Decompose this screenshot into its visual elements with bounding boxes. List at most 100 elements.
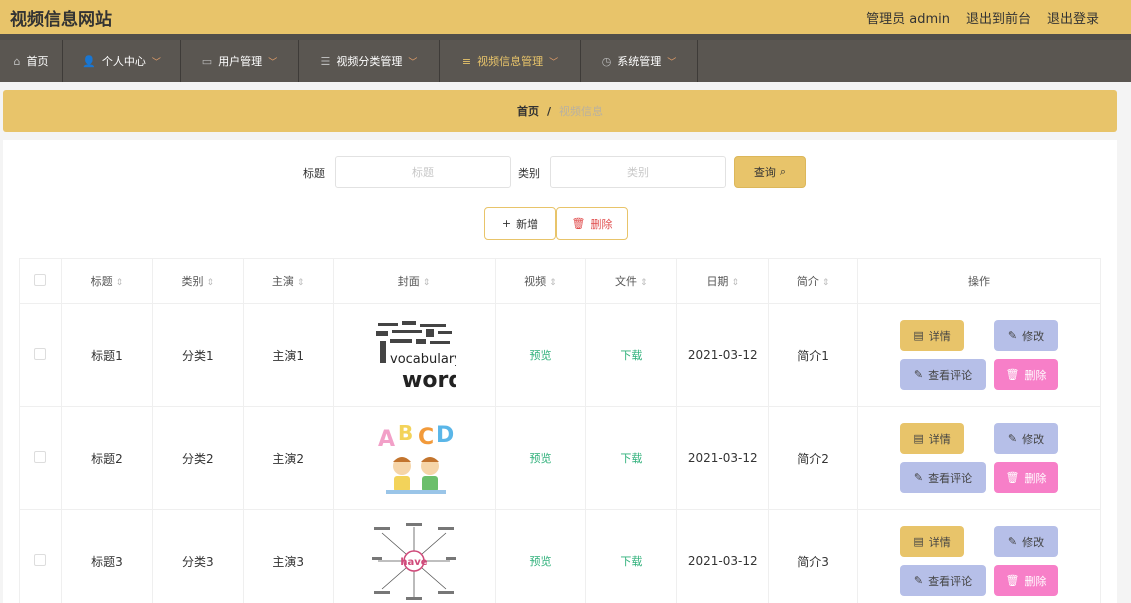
col-header-actor[interactable]: 主演 ⇕ bbox=[242, 258, 334, 304]
cell-category: 分类1 bbox=[151, 303, 244, 407]
nav-item-system[interactable]: ◷ 系统管理 ﹀ bbox=[581, 40, 698, 82]
svg-text:words: words bbox=[402, 368, 456, 393]
view-comments-button[interactable]: ✎ 查看评论 bbox=[900, 462, 987, 493]
nav-item-label: 个人中心 bbox=[101, 55, 146, 68]
svg-text:C: C bbox=[418, 425, 434, 450]
sort-icon[interactable]: ⇕ bbox=[549, 278, 557, 288]
sort-icon[interactable]: ⇕ bbox=[423, 278, 431, 288]
table-header-row: 标题 ⇕ 类别 ⇕ 主演 ⇕ 封面 ⇕ 视频 ⇕ 文件 ⇕ 日期 ⇕ 简介 ⇕ 操作 bbox=[19, 258, 1101, 304]
cell-date: 2021-03-12 bbox=[676, 509, 770, 603]
table-row: 标题3 分类3 主演3 have 预览 下载 2021-03-12 简介3 ▤ … bbox=[19, 509, 1101, 603]
row-checkbox[interactable] bbox=[34, 347, 47, 360]
cell-actions: ▤ 详情 ✎ 修改 ✎ 查看评论 🗑 删除 bbox=[857, 509, 1101, 603]
cell-cover: A B C D bbox=[332, 406, 496, 510]
sort-icon[interactable]: ⇕ bbox=[207, 278, 215, 288]
file-download-link[interactable]: 下载 bbox=[620, 555, 642, 568]
col-header-title[interactable]: 标题 ⇕ bbox=[60, 258, 153, 304]
detail-button[interactable]: ▤ 详情 bbox=[900, 423, 965, 454]
row-checkbox[interactable] bbox=[34, 553, 47, 566]
col-header-date[interactable]: 日期 ⇕ bbox=[676, 258, 770, 304]
select-all-checkbox[interactable] bbox=[34, 273, 47, 286]
document-icon: ▤ bbox=[913, 535, 924, 548]
site-title: 视频信息网站 bbox=[10, 10, 112, 30]
add-button[interactable]: + 新增 bbox=[484, 207, 556, 240]
main-nav: ⌂ 首页 👤 个人中心 ﹀ ▭ 用户管理 ﹀ ☰ 视频分类管理 ﹀ ≡ 视频信息… bbox=[0, 34, 1131, 82]
clock-icon: ◷ bbox=[601, 54, 612, 68]
detail-button[interactable]: ▤ 详情 bbox=[900, 526, 965, 557]
video-preview-link[interactable]: 预览 bbox=[529, 349, 551, 362]
cell-title: 标题3 bbox=[60, 509, 153, 603]
edit-button[interactable]: ✎ 修改 bbox=[994, 526, 1059, 557]
file-download-link[interactable]: 下载 bbox=[620, 349, 642, 362]
svg-text:vocabulary: vocabulary bbox=[390, 352, 456, 367]
select-all-cell[interactable] bbox=[19, 258, 62, 304]
video-preview-link[interactable]: 预览 bbox=[529, 555, 551, 568]
col-header-cover[interactable]: 封面 ⇕ bbox=[332, 258, 496, 304]
cell-actor: 主演3 bbox=[242, 509, 334, 603]
row-checkbox[interactable] bbox=[34, 450, 47, 463]
sort-icon[interactable]: ⇕ bbox=[731, 278, 739, 288]
nav-item-video-category[interactable]: ☰ 视频分类管理 ﹀ bbox=[299, 40, 440, 82]
table-row: 标题2 分类2 主演2 A B C D 预览 下载 2021-03-12 简介2… bbox=[19, 406, 1101, 510]
logout-link[interactable]: 退出登录 bbox=[1047, 8, 1099, 27]
home-icon: ⌂ bbox=[13, 54, 21, 68]
file-download-link[interactable]: 下载 bbox=[620, 452, 642, 465]
to-front-link[interactable]: 退出到前台 bbox=[966, 8, 1031, 27]
title-search-input[interactable] bbox=[335, 156, 511, 188]
sort-icon[interactable]: ⇕ bbox=[116, 278, 124, 288]
category-search-label: 类别 bbox=[518, 167, 540, 180]
batch-delete-button[interactable]: 🗑 删除 bbox=[556, 207, 628, 240]
breadcrumb-separator: / bbox=[546, 104, 552, 118]
cell-date: 2021-03-12 bbox=[676, 303, 770, 407]
detail-button[interactable]: ▤ 详情 bbox=[900, 320, 965, 351]
id-card-icon: ▭ bbox=[201, 54, 213, 68]
view-comments-button[interactable]: ✎ 查看评论 bbox=[900, 359, 987, 390]
pencil-icon: ✎ bbox=[1007, 329, 1018, 342]
nav-item-label: 视频分类管理 bbox=[336, 55, 403, 68]
svg-text:D: D bbox=[436, 423, 454, 448]
edit-button[interactable]: ✎ 修改 bbox=[994, 423, 1059, 454]
col-header-file[interactable]: 文件 ⇕ bbox=[585, 258, 678, 304]
breadcrumb-home[interactable]: 首页 bbox=[517, 103, 539, 119]
view-comments-button[interactable]: ✎ 查看评论 bbox=[900, 565, 987, 596]
cell-category: 分类2 bbox=[151, 406, 244, 510]
breadcrumb-current: 视频信息 bbox=[559, 105, 604, 118]
trash-icon: 🗑 bbox=[1005, 368, 1020, 381]
add-button-label: 新增 bbox=[516, 217, 539, 231]
cell-cover: have bbox=[332, 509, 496, 603]
nav-item-label: 首页 bbox=[26, 55, 49, 68]
pencil-icon: ✎ bbox=[913, 368, 924, 381]
video-preview-link[interactable]: 预览 bbox=[529, 452, 551, 465]
nav-item-label: 用户管理 bbox=[218, 55, 263, 68]
cell-actor: 主演2 bbox=[242, 406, 334, 510]
nav-item-video-info[interactable]: ≡ 视频信息管理 ﹀ bbox=[440, 40, 581, 82]
col-header-category[interactable]: 类别 ⇕ bbox=[151, 258, 244, 304]
cover-image-abcd: A B C D bbox=[372, 418, 457, 498]
nav-item-users[interactable]: ▭ 用户管理 ﹀ bbox=[181, 40, 299, 82]
sort-icon[interactable]: ⇕ bbox=[822, 278, 830, 288]
cover-image-words: vocabulary words bbox=[372, 315, 457, 395]
category-search-input[interactable] bbox=[550, 156, 726, 188]
row-delete-button[interactable]: 🗑 删除 bbox=[994, 359, 1059, 390]
chevron-down-icon: ﹀ bbox=[667, 57, 677, 68]
row-delete-button[interactable]: 🗑 删除 bbox=[994, 462, 1059, 493]
col-header-intro[interactable]: 简介 ⇕ bbox=[768, 258, 859, 304]
row-delete-button[interactable]: 🗑 删除 bbox=[994, 565, 1059, 596]
nav-item-home[interactable]: ⌂ 首页 bbox=[0, 40, 63, 82]
query-button[interactable]: 查询 ⌕ bbox=[734, 156, 806, 188]
sort-icon[interactable]: ⇕ bbox=[297, 278, 305, 288]
top-header: 视频信息网站 管理员 admin 退出到前台 退出登录 bbox=[0, 0, 1131, 34]
chevron-down-icon: ﹀ bbox=[549, 57, 559, 68]
table-row: 标题1 分类1 主演1 vocabulary words bbox=[19, 303, 1101, 407]
search-icon: ⌕ bbox=[779, 165, 787, 178]
breadcrumb: 首页 / 视频信息 bbox=[3, 90, 1117, 132]
cell-intro: 简介3 bbox=[768, 509, 859, 603]
col-header-video[interactable]: 视频 ⇕ bbox=[494, 258, 587, 304]
nav-item-personal[interactable]: 👤 个人中心 ﹀ bbox=[63, 40, 181, 82]
sort-icon[interactable]: ⇕ bbox=[640, 278, 648, 288]
cover-image-have: have bbox=[372, 521, 457, 601]
svg-text:have: have bbox=[400, 557, 427, 568]
cell-actions: ▤ 详情 ✎ 修改 ✎ 查看评论 🗑 删除 bbox=[857, 303, 1101, 407]
edit-button[interactable]: ✎ 修改 bbox=[994, 320, 1059, 351]
delete-button-label: 删除 bbox=[590, 217, 613, 231]
